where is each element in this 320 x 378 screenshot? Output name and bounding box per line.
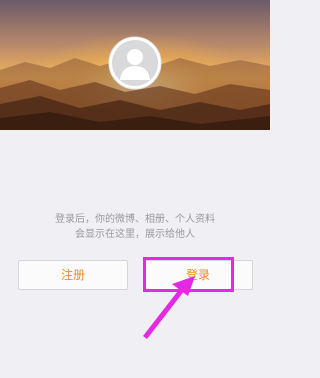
pointer-arrow-icon <box>143 276 195 339</box>
